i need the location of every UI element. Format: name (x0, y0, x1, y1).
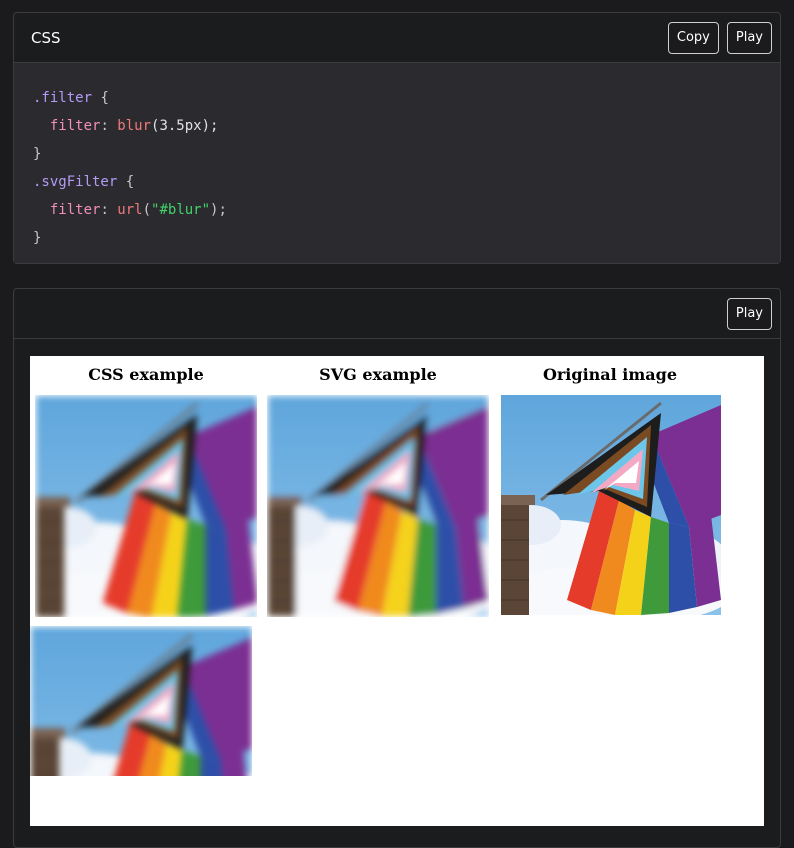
output-panel-header: Play (14, 289, 780, 339)
code-block[interactable]: .filter { filter: blur(3.5px); } .svgFil… (14, 63, 780, 263)
css-panel-header: CSS Copy Play (14, 13, 780, 63)
code-line: .filter { (33, 84, 780, 112)
code-line: } (33, 146, 42, 162)
svg-example-heading: SVG example (319, 365, 437, 384)
code-punctuation: ( (142, 202, 152, 218)
code-property: filter (49, 118, 101, 134)
css-blurred-image (35, 395, 257, 617)
output-frame: CSS example SVG example Original image (30, 356, 764, 826)
panel-title: CSS (31, 28, 61, 47)
copy-button[interactable]: Copy (667, 21, 719, 54)
blurred-image-second-row (30, 626, 252, 776)
code-punctuation: ); (210, 202, 227, 218)
code-selector: .filter (33, 90, 93, 106)
code-line: filter: blur(3.5px); (33, 112, 780, 140)
original-image (501, 395, 721, 615)
play-button[interactable]: Play (726, 21, 772, 54)
css-panel-buttons: Copy Play (667, 21, 772, 54)
code-property: filter (49, 202, 101, 218)
code-function: url (117, 202, 143, 218)
code-punctuation: { (117, 174, 135, 190)
css-code-panel: CSS Copy Play .filter { filter: blur(3.5… (13, 12, 781, 264)
code-arguments: (3.5px); (151, 118, 219, 134)
svg-blurred-image (267, 395, 489, 617)
original-image-heading: Original image (542, 365, 678, 384)
code-selector: .svgFilter (33, 174, 118, 190)
code-function: blur (117, 118, 152, 134)
code-line: .svgFilter { (33, 168, 780, 196)
css-example-heading: CSS example (88, 365, 204, 384)
code-string: "#blur" (151, 202, 211, 218)
output-panel: Play CSS example SVG example Original im… (13, 288, 781, 848)
code-punctuation: : (100, 202, 118, 218)
code-punctuation: { (92, 90, 109, 106)
output-panel-buttons: Play (726, 297, 772, 330)
code-line: } (33, 230, 42, 246)
play-button[interactable]: Play (726, 297, 772, 330)
code-punctuation: : (100, 118, 118, 134)
code-line: filter: url("#blur"); (33, 196, 780, 224)
